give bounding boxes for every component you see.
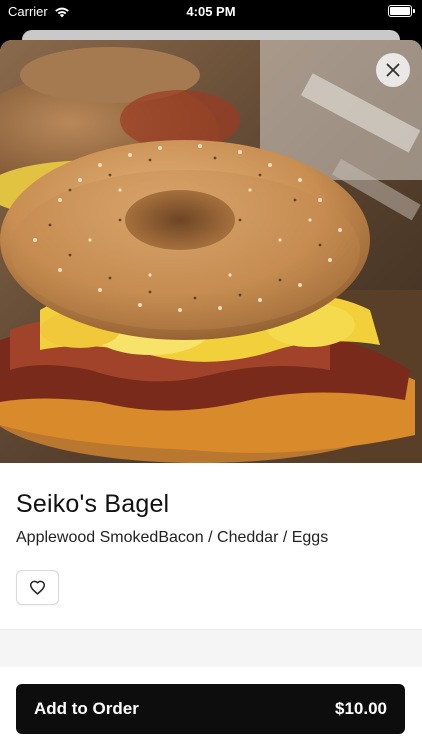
favorite-button[interactable] xyxy=(16,570,59,605)
heart-outline-icon xyxy=(29,580,46,595)
bagel-sandwich-photo xyxy=(0,40,422,463)
item-photo xyxy=(0,40,422,463)
order-price: $10.00 xyxy=(335,699,387,718)
item-title: Seiko's Bagel xyxy=(16,490,170,518)
add-to-order-label: Add to Order xyxy=(34,699,139,718)
item-description: Applewood SmokedBacon / Cheddar / Eggs xyxy=(16,529,329,546)
battery-icon xyxy=(388,5,415,17)
add-to-order-button[interactable]: Add to Order $10.00 xyxy=(16,684,405,734)
section-divider xyxy=(0,629,422,667)
item-details: Seiko's Bagel Applewood SmokedBacon / Ch… xyxy=(0,463,422,605)
status-bar: Carrier 4:05 PM xyxy=(0,0,422,24)
close-icon xyxy=(386,63,400,77)
clock: 4:05 PM xyxy=(186,4,236,19)
close-button[interactable] xyxy=(376,53,410,87)
item-detail-sheet: Seiko's Bagel Applewood SmokedBacon / Ch… xyxy=(0,40,422,750)
